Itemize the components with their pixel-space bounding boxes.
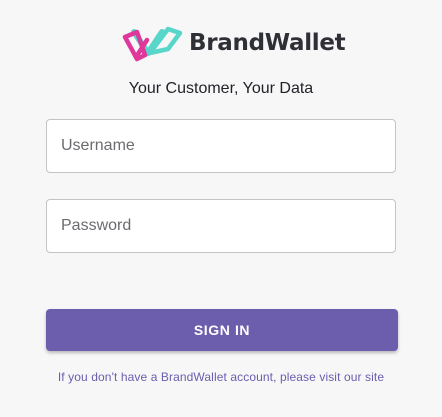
sign-in-button[interactable]: SIGN IN <box>46 309 398 351</box>
login-page: BrandWallet Your Customer, Your Data SIG… <box>0 0 442 417</box>
brandwallet-logo-icon <box>122 26 183 62</box>
brand-name: BrandWallet <box>189 30 346 56</box>
brand-logo: BrandWallet <box>122 23 346 63</box>
password-field[interactable] <box>46 199 396 253</box>
tagline: Your Customer, Your Data <box>128 80 314 97</box>
username-field[interactable] <box>46 119 396 173</box>
password-input[interactable] <box>47 200 395 252</box>
username-input[interactable] <box>47 120 395 172</box>
visit-site-link[interactable]: If you don't have a BrandWallet account,… <box>0 370 442 384</box>
